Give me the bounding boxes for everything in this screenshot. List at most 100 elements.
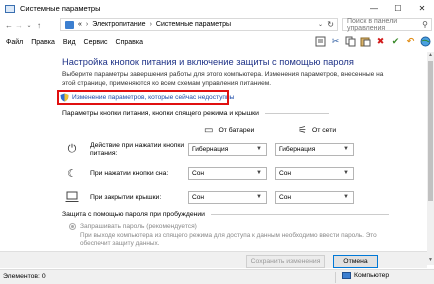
up-arrow-icon[interactable]: ↑ bbox=[34, 21, 44, 30]
page-title: Настройка кнопок питания и включение защ… bbox=[62, 57, 354, 67]
scroll-down-icon[interactable]: ▼ bbox=[427, 257, 434, 265]
select-value: Гибернация bbox=[279, 146, 316, 153]
plugged-column-header: ⚟ От сети bbox=[298, 125, 336, 136]
select-value: Гибернация bbox=[192, 146, 229, 153]
power-buttons-section-title: Параметры кнопки питания, кнопки спящего… bbox=[62, 110, 329, 117]
require-password-option[interactable]: Запрашивать пароль (рекомендуется) bbox=[69, 223, 197, 230]
page-description: Выберите параметры завершения работы для… bbox=[62, 71, 384, 87]
search-placeholder: Поиск в панели управления bbox=[347, 17, 398, 32]
properties-icon[interactable] bbox=[314, 35, 327, 48]
lid-close-row bbox=[62, 189, 82, 205]
chevron-down-icon: ▼ bbox=[343, 146, 349, 152]
chevron-right-icon: › bbox=[149, 21, 152, 28]
menu-edit[interactable]: Правка bbox=[31, 39, 55, 46]
forward-arrow-icon[interactable]: → bbox=[14, 21, 24, 30]
moon-icon: ☾ bbox=[67, 167, 77, 180]
battery-icon: ▭ bbox=[204, 125, 214, 136]
sleep-button-label: При нажатии кнопки сна: bbox=[90, 170, 169, 177]
plugged-column-label: От сети bbox=[311, 127, 337, 134]
require-password-label: Запрашивать пароль (рекомендуется) bbox=[80, 223, 197, 230]
computer-icon bbox=[342, 272, 351, 279]
toolbar: ✂ ✖ ✔ ↶ bbox=[314, 35, 432, 49]
power-button-label-line1: Действие при нажатии кнопки bbox=[90, 142, 185, 149]
control-panel-icon bbox=[5, 4, 15, 13]
item-count: Элементов: 0 bbox=[3, 273, 46, 280]
search-input[interactable]: Поиск в панели управления ⚲ bbox=[342, 17, 432, 32]
chevron-right-icon: › bbox=[85, 21, 89, 28]
scrollbar-thumb[interactable] bbox=[428, 61, 433, 201]
power-button-label: Действие при нажатии кнопки питания: bbox=[90, 142, 184, 158]
section-divider bbox=[264, 113, 329, 114]
plug-icon: ⚟ bbox=[298, 125, 307, 136]
lid-close-plugged-select[interactable]: Сон ▼ bbox=[275, 191, 354, 204]
laptop-icon bbox=[62, 189, 82, 205]
password-section-label: Защита с помощью пароля при пробуждении bbox=[62, 211, 205, 218]
window-controls: — ☐ ✕ bbox=[362, 0, 434, 17]
title-bar: Системные параметры — ☐ ✕ bbox=[0, 0, 434, 17]
password-description: При выходе компьютера из спящего режима … bbox=[80, 232, 377, 247]
select-value: Сон bbox=[279, 194, 292, 201]
location-indicator: Компьютер bbox=[342, 272, 389, 279]
power-buttons-section-label: Параметры кнопки питания, кнопки спящего… bbox=[62, 110, 259, 117]
vertical-scrollbar[interactable]: ▲ ▼ bbox=[427, 52, 434, 265]
breadcrumb-system-settings[interactable]: Системные параметры bbox=[156, 21, 231, 28]
control-panel-icon bbox=[65, 20, 74, 29]
paste-icon[interactable] bbox=[359, 35, 372, 48]
delete-icon[interactable]: ✖ bbox=[374, 35, 387, 48]
lid-close-battery-select[interactable]: Сон ▼ bbox=[188, 191, 267, 204]
globe-icon[interactable] bbox=[419, 35, 432, 48]
scroll-up-icon[interactable]: ▲ bbox=[427, 52, 434, 60]
battery-column-label: От батареи bbox=[218, 127, 255, 134]
power-button-plugged-select[interactable]: Гибернация ▼ bbox=[275, 143, 354, 156]
status-divider bbox=[335, 272, 336, 283]
select-value: Сон bbox=[192, 194, 205, 201]
location-label: Компьютер bbox=[354, 272, 390, 279]
sleep-button-row: ☾ bbox=[62, 165, 82, 181]
radio-dot bbox=[71, 225, 74, 228]
minimize-button[interactable]: — bbox=[362, 0, 386, 17]
cancel-button[interactable]: Отмена bbox=[333, 255, 378, 268]
menu-view[interactable]: Вид bbox=[63, 39, 76, 46]
undo-icon[interactable]: ↶ bbox=[404, 35, 417, 48]
menu-help[interactable]: Справка bbox=[116, 39, 143, 46]
power-button-battery-select[interactable]: Гибернация ▼ bbox=[188, 143, 267, 156]
refresh-icon[interactable]: ↻ bbox=[327, 20, 334, 29]
breadcrumb[interactable]: « › Электропитание › Системные параметры… bbox=[60, 18, 338, 31]
select-value: Сон bbox=[279, 170, 292, 177]
sleep-button-battery-select[interactable]: Сон ▼ bbox=[188, 167, 267, 180]
menu-tools[interactable]: Сервис bbox=[84, 39, 108, 46]
search-icon: ⚲ bbox=[422, 20, 428, 29]
recent-locations-icon[interactable]: ⌄ bbox=[24, 22, 34, 29]
chevron-down-icon: ▼ bbox=[256, 170, 262, 176]
menu-file[interactable]: Файл bbox=[6, 39, 23, 46]
address-bar: ← → ⌄ ↑ « › Электропитание › Системные п… bbox=[0, 17, 434, 33]
password-section-title: Защита с помощью пароля при пробуждении bbox=[62, 211, 389, 218]
cut-icon[interactable]: ✂ bbox=[329, 35, 342, 48]
radio-button[interactable] bbox=[69, 223, 76, 230]
select-value: Сон bbox=[192, 170, 205, 177]
battery-column-header: ▭ От батареи bbox=[204, 125, 254, 136]
maximize-button[interactable]: ☐ bbox=[386, 0, 410, 17]
close-button[interactable]: ✕ bbox=[410, 0, 434, 17]
power-button-row: ⏻ bbox=[62, 141, 82, 157]
highlight-frame bbox=[57, 90, 229, 105]
back-arrow-icon[interactable]: ← bbox=[4, 21, 14, 30]
chevron-down-icon: ▼ bbox=[343, 170, 349, 176]
chevron-down-icon[interactable]: ⌄ bbox=[318, 21, 323, 28]
window-title: Системные параметры bbox=[20, 4, 101, 13]
save-changes-button[interactable]: Сохранить изменения bbox=[246, 255, 325, 268]
section-divider bbox=[210, 214, 389, 215]
copy-icon[interactable] bbox=[344, 35, 357, 48]
more-locations-icon[interactable]: « bbox=[78, 21, 82, 28]
button-bar: Сохранить изменения Отмена bbox=[0, 251, 427, 268]
status-bar: Элементов: 0 Компьютер bbox=[0, 269, 434, 284]
chevron-down-icon: ▼ bbox=[256, 146, 262, 152]
lid-close-label: При закрытии крышки: bbox=[90, 194, 162, 201]
chevron-down-icon: ▼ bbox=[256, 194, 262, 200]
power-button-label-line2: питания: bbox=[90, 150, 118, 157]
chevron-down-icon: ▼ bbox=[343, 194, 349, 200]
check-icon[interactable]: ✔ bbox=[389, 35, 402, 48]
power-icon: ⏻ bbox=[67, 142, 77, 155]
sleep-button-plugged-select[interactable]: Сон ▼ bbox=[275, 167, 354, 180]
breadcrumb-power-options[interactable]: Электропитание bbox=[92, 21, 145, 28]
